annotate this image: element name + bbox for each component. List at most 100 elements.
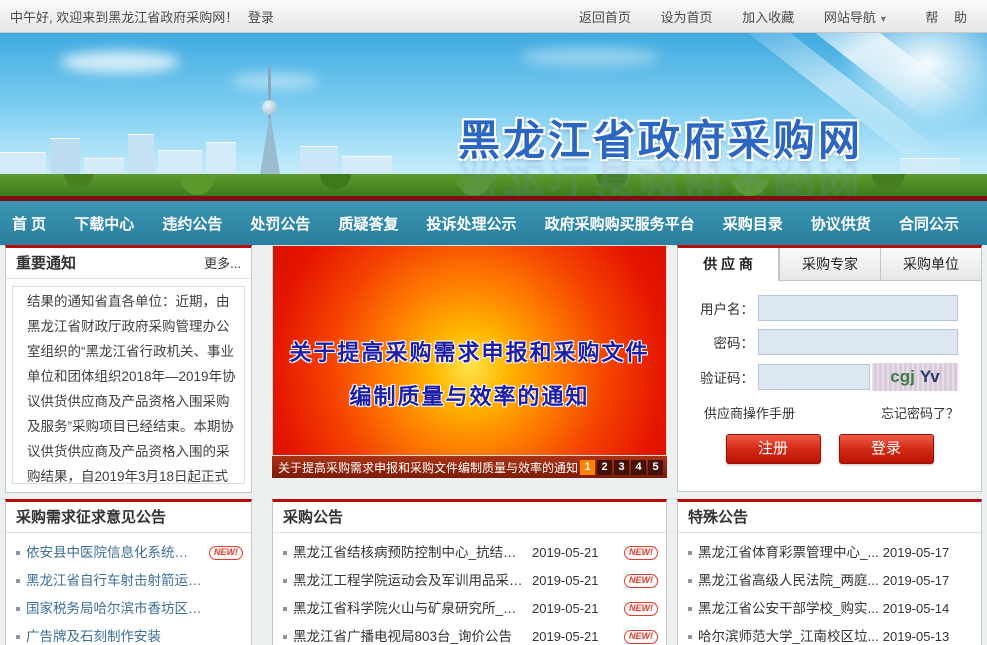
return-home-link[interactable]: 返回首页 [579, 10, 631, 25]
list-item: 依安县中医院信息化系统（二期... NEW! [14, 539, 243, 567]
tab-supplier[interactable]: 供 应 商 [678, 248, 779, 281]
forgot-password-link[interactable]: 忘记密码了？ [881, 403, 959, 422]
pager-dot-3[interactable]: 3 [614, 460, 629, 475]
announcement-link[interactable]: 黑龙江省科学院火山与矿泉研究所_微电泳仪... [293, 595, 526, 623]
important-notice-title: 重要通知 [16, 248, 76, 279]
announcement-date: 2019-05-13 [883, 623, 950, 645]
bullet-icon [283, 607, 287, 611]
pager-dot-2[interactable]: 2 [597, 460, 612, 475]
login-panel: 供 应 商 采购专家 采购单位 用户名： 密码： 验证码： cgj Yv [677, 245, 982, 492]
new-badge: NEW! [624, 630, 658, 644]
new-badge: NEW! [624, 546, 658, 560]
pager-dot-5[interactable]: 5 [648, 460, 663, 475]
bullet-icon [688, 551, 692, 555]
site-nav-label: 网站导航 [824, 10, 876, 25]
procurement-panel-title: 采购公告 [283, 502, 343, 533]
carousel-pager: 1 2 3 4 5 [580, 460, 663, 475]
announcement-link[interactable]: 依安县中医院信息化系统（二期... [26, 539, 201, 567]
topbar-links: 返回首页 设为首页 加入收藏 网站导航▼ 帮 助 [553, 7, 973, 26]
announcement-link[interactable]: 国家税务局哈尔滨市香坊区税务... [26, 595, 211, 623]
announcement-link[interactable]: 黑龙江工程学院运动会及军训用品采购项目竞... [293, 567, 526, 595]
nav-item-penalty-announcements[interactable]: 处罚公告 [250, 213, 310, 234]
cloud-decoration [60, 51, 180, 73]
announcement-link[interactable]: 黑龙江省自行车射击射箭运动管... [26, 567, 211, 595]
carousel-caption-link[interactable]: 关于提高采购需求申报和采购文件编制质量与效率的通知 [278, 459, 580, 476]
tab-procurement-expert[interactable]: 采购专家 [779, 248, 880, 281]
chevron-down-icon: ▼ [879, 14, 888, 24]
tv-tower-illustration [248, 66, 292, 186]
login-form: 用户名： 密码： 验证码： cgj Yv 供应商操作手册 忘记密码了？ 注册 [678, 281, 981, 464]
nav-item-contract-publicity[interactable]: 合同公示 [899, 213, 959, 234]
bullet-icon [16, 635, 20, 639]
login-link[interactable]: 登录 [248, 10, 274, 25]
list-item: 黑龙江省体育彩票管理中心_... 2019-05-17 [686, 539, 973, 567]
nav-item-breach-announcements[interactable]: 违约公告 [162, 213, 222, 234]
greeting-area: 中午好, 欢迎来到黑龙江省政府采购网！ 登录 [10, 7, 274, 26]
page-title: 黑龙江省政府采购网 [458, 107, 863, 168]
add-favorite-link[interactable]: 加入收藏 [742, 10, 794, 25]
special-panel-title: 特殊公告 [688, 502, 748, 533]
top-utility-bar: 中午好, 欢迎来到黑龙江省政府采购网！ 登录 返回首页 设为首页 加入收藏 网站… [0, 0, 987, 33]
demand-panel-title: 采购需求征求意见公告 [16, 502, 166, 533]
nav-item-home[interactable]: 首 页 [12, 213, 46, 234]
register-button[interactable]: 注册 [726, 434, 821, 464]
new-badge: NEW! [624, 602, 658, 616]
bullet-icon [688, 607, 692, 611]
captcha-text: cgj [890, 367, 915, 387]
announcement-link[interactable]: 黑龙江省体育彩票管理中心_... [698, 539, 879, 567]
bullet-icon [16, 579, 20, 583]
notice-paragraph: 结果的通知省直各单位：近期，由黑龙江省财政厅政府采购管理办公室组织的“黑龙江省行… [16, 289, 241, 484]
nav-item-download-center[interactable]: 下载中心 [74, 213, 134, 234]
announcement-date: 2019-05-17 [883, 539, 950, 567]
nav-item-query-replies[interactable]: 质疑答复 [338, 213, 398, 234]
main-navigation: 首 页 下载中心 违约公告 处罚公告 质疑答复 投诉处理公示 政府采购购买服务平… [0, 201, 987, 245]
bullet-icon [688, 635, 692, 639]
list-item: 黑龙江省科学院火山与矿泉研究所_微电泳仪... 2019-05-21 NEW! [281, 595, 658, 623]
login-tabs: 供 应 商 采购专家 采购单位 [678, 248, 981, 281]
captcha-field[interactable] [758, 364, 870, 390]
demand-opinion-panel: 采购需求征求意见公告 依安县中医院信息化系统（二期... NEW! 黑龙江省自行… [5, 499, 252, 645]
announcement-date: 2019-05-17 [883, 567, 950, 595]
site-nav-menu[interactable]: 网站导航▼ [824, 10, 888, 25]
nav-item-agreement-supply[interactable]: 协议供货 [811, 213, 871, 234]
password-field[interactable] [758, 329, 958, 355]
announcement-link[interactable]: 黑龙江省公安干部学校_购实... [698, 595, 879, 623]
list-item: 哈尔滨师范大学_江南校区垃... 2019-05-13 [686, 623, 973, 645]
nav-item-procurement-catalog[interactable]: 采购目录 [723, 213, 783, 234]
carousel-caption-bar: 关于提高采购需求申报和采购文件编制质量与效率的通知 1 2 3 4 5 [272, 456, 667, 478]
slide-title: 关于提高采购需求申报和采购文件编制质量与效率的通知 [290, 331, 650, 419]
bullet-icon [16, 607, 20, 611]
procurement-announcements-panel: 采购公告 黑龙江省结核病预防控制中心_抗结核病药品... 2019-05-21 … [272, 499, 667, 645]
supplier-manual-link[interactable]: 供应商操作手册 [704, 403, 795, 422]
announcement-link[interactable]: 广告牌及石刻制作安装 [26, 623, 161, 645]
list-item: 广告牌及石刻制作安装 [14, 623, 243, 645]
list-item: 黑龙江省广播电视局803台_询价公告 2019-05-21 NEW! [281, 623, 658, 645]
announcement-link[interactable]: 哈尔滨师范大学_江南校区垃... [698, 623, 879, 645]
announcement-link[interactable]: 黑龙江省广播电视局803台_询价公告 [293, 623, 526, 645]
more-link[interactable]: 更多... [204, 248, 241, 279]
cloud-decoration [520, 47, 660, 67]
pager-dot-1[interactable]: 1 [580, 460, 595, 475]
bullet-icon [283, 551, 287, 555]
login-button[interactable]: 登录 [839, 434, 934, 464]
announcement-link[interactable]: 黑龙江省高级人民法院_两庭... [698, 567, 879, 595]
help-link[interactable]: 帮 助 [925, 10, 973, 25]
list-item: 黑龙江省结核病预防控制中心_抗结核病药品... 2019-05-21 NEW! [281, 539, 658, 567]
content-area: 重要通知 更多... 结果的通知省直各单位：近期，由黑龙江省财政厅政府采购管理办… [0, 245, 987, 644]
announcement-date: 2019-05-21 [532, 623, 610, 645]
tab-procurement-unit[interactable]: 采购单位 [880, 248, 981, 281]
announcement-date: 2019-05-21 [532, 595, 610, 623]
captcha-image[interactable]: cgj Yv [872, 363, 958, 391]
bullet-icon [16, 551, 20, 555]
nav-item-complaint-handling[interactable]: 投诉处理公示 [427, 213, 517, 234]
announcement-link[interactable]: 黑龙江省结核病预防控制中心_抗结核病药品... [293, 539, 526, 567]
pager-dot-4[interactable]: 4 [631, 460, 646, 475]
set-homepage-link[interactable]: 设为首页 [661, 10, 713, 25]
list-item: 黑龙江工程学院运动会及军训用品采购项目竞... 2019-05-21 NEW! [281, 567, 658, 595]
nav-item-service-platform[interactable]: 政府采购购买服务平台 [545, 213, 695, 234]
username-field[interactable] [758, 295, 958, 321]
username-label: 用户名： [690, 298, 754, 318]
new-badge: NEW! [209, 546, 243, 560]
carousel-slide[interactable]: 关于提高采购需求申报和采购文件编制质量与效率的通知 [272, 245, 667, 456]
important-notice-panel: 重要通知 更多... 结果的通知省直各单位：近期，由黑龙江省财政厅政府采购管理办… [5, 245, 252, 493]
